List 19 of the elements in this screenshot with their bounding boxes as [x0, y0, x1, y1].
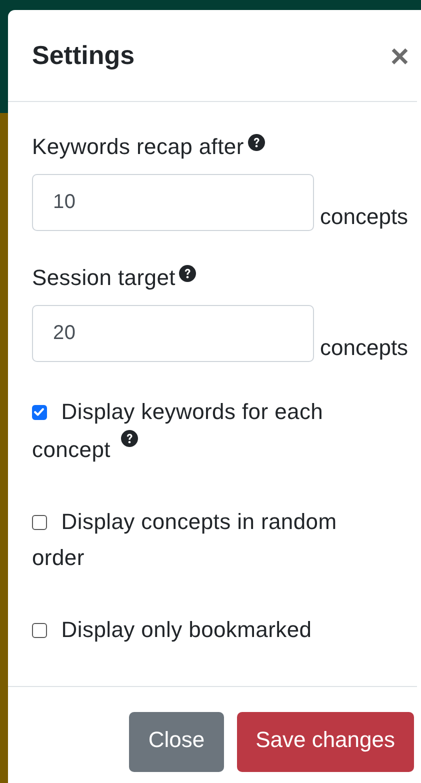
dialog-title: Settings: [32, 40, 135, 71]
number-input[interactable]: 10: [32, 174, 314, 231]
checkbox-option[interactable]: Display concepts in random order: [32, 504, 342, 576]
field-label: Keywords recap after: [32, 133, 244, 161]
checkbox[interactable]: [32, 623, 47, 638]
help-icon[interactable]: [179, 265, 196, 282]
checkbox[interactable]: [32, 405, 47, 420]
number-input[interactable]: 20: [32, 305, 314, 362]
close-button[interactable]: ×: [386, 40, 413, 72]
field-label: Session target: [32, 264, 176, 292]
checkbox-option[interactable]: Display keywords for each concept: [32, 394, 342, 468]
save-button[interactable]: Save changes: [236, 712, 414, 772]
unit-label: concepts: [320, 205, 408, 229]
help-icon[interactable]: [248, 134, 265, 151]
unit-label: concepts: [320, 336, 408, 360]
checkbox[interactable]: [32, 515, 47, 530]
help-icon[interactable]: [120, 430, 138, 447]
close-dialog-button[interactable]: Close: [129, 712, 224, 772]
checkbox-option[interactable]: Display only bookmarked: [32, 612, 342, 648]
